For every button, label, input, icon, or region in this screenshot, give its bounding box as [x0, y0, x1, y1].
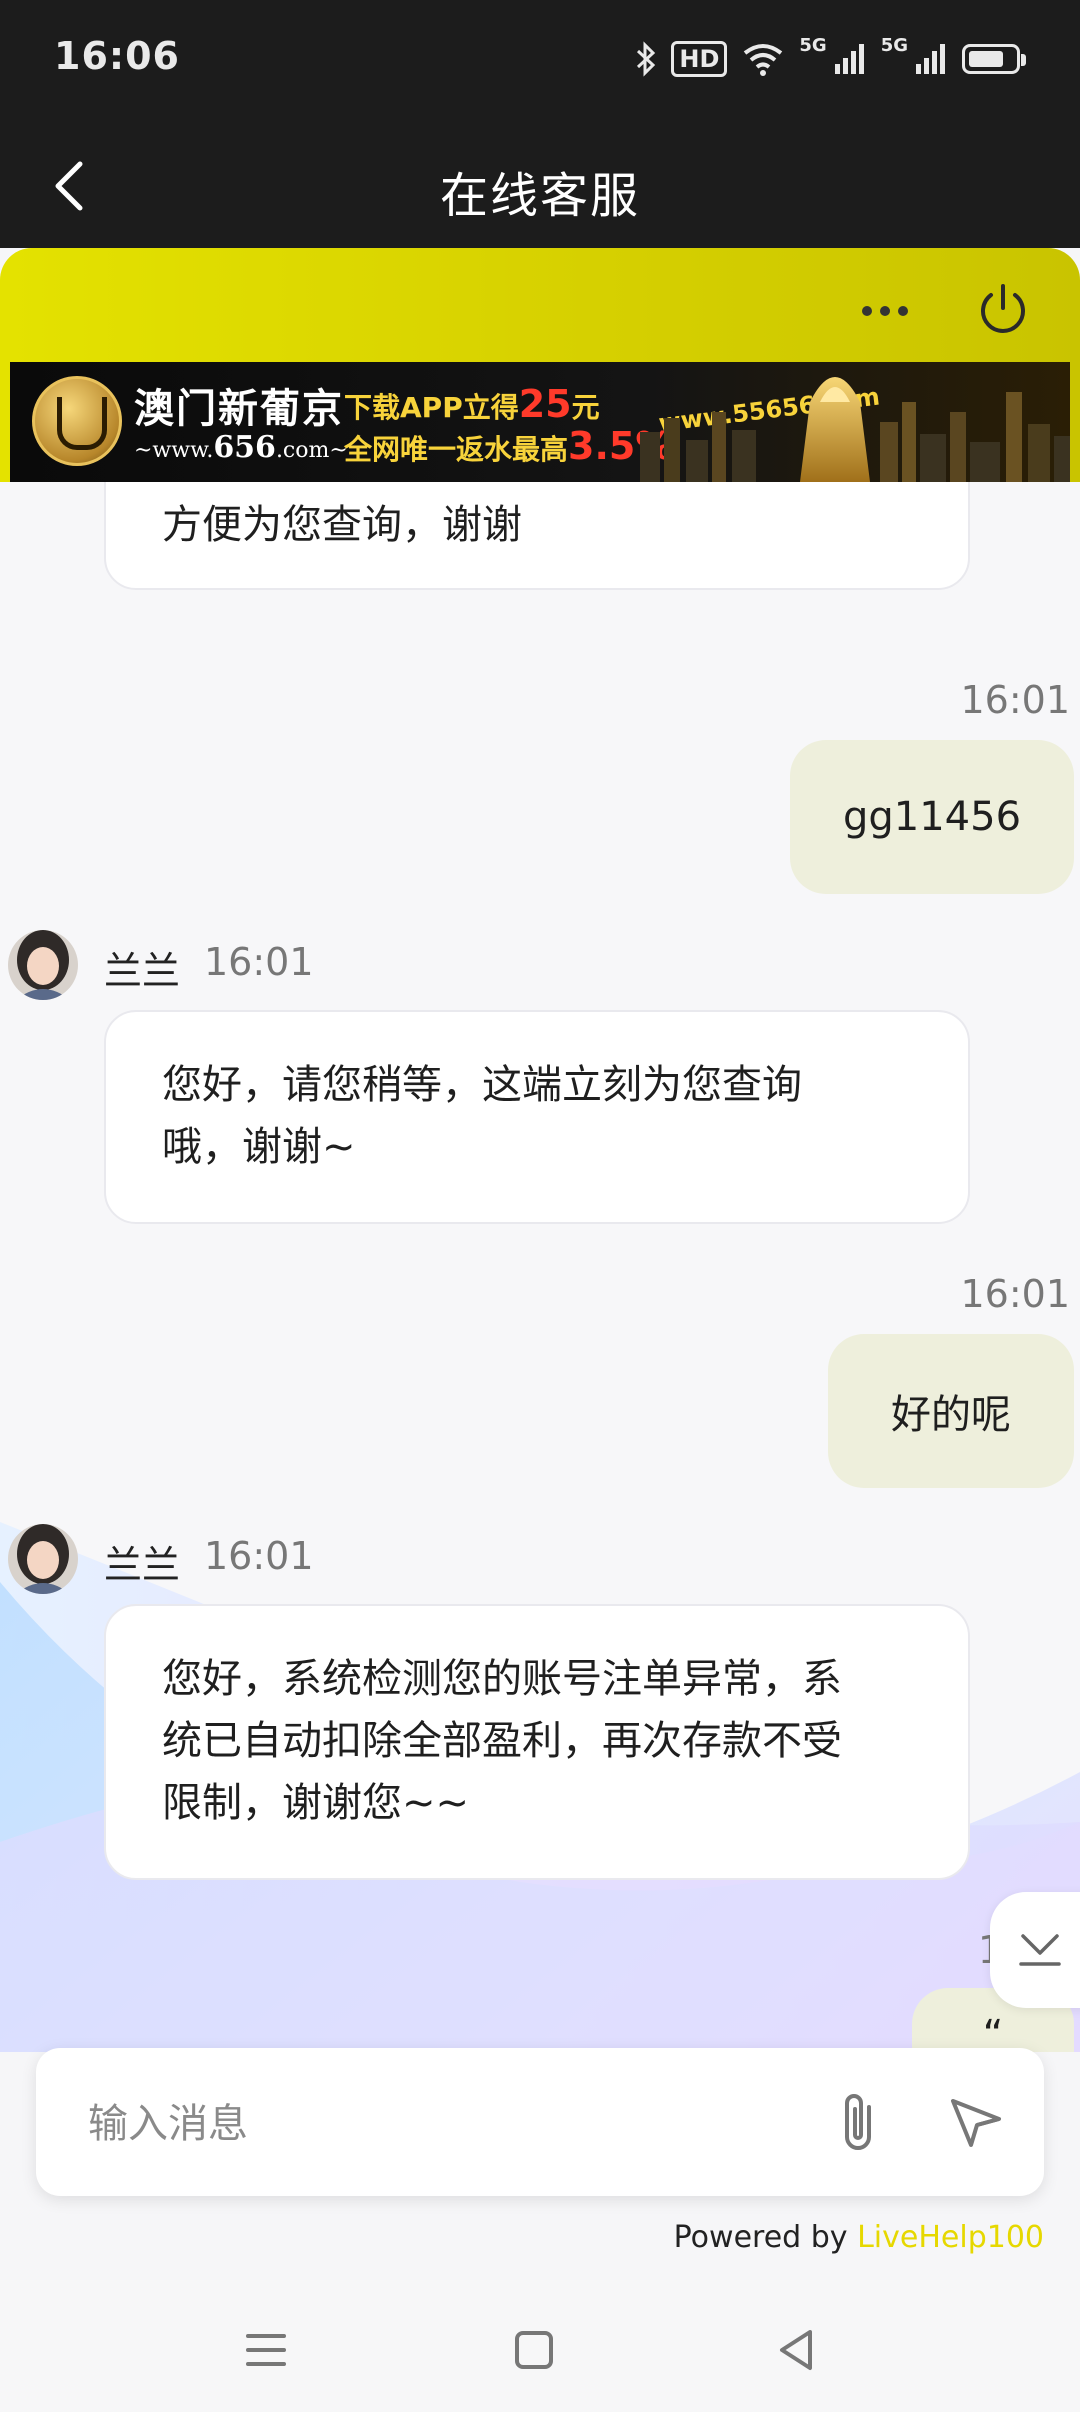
agent-message-text-line: 统已自动扣除全部盈利，再次存款不受	[162, 1718, 842, 1764]
agent-message-text: 方便为您查询，谢谢	[162, 502, 522, 548]
user-message-time: 16:01	[960, 1272, 1070, 1316]
send-button[interactable]	[934, 2080, 1018, 2164]
system-navigation-bar	[0, 2280, 1080, 2412]
banner-promo-line2: 全网唯一返水最高3.5%	[344, 424, 674, 468]
agent-message-bubble: 您好，系统检测您的账号注单异常，系 统已自动扣除全部盈利，再次存款不受 限制，谢…	[104, 1604, 970, 1880]
message-input[interactable]	[86, 2088, 790, 2160]
banner-promo-line1: 下载APP立得25元	[344, 382, 600, 426]
user-message-text: 好的呢	[891, 1392, 1011, 1438]
agent-name: 兰兰	[104, 1543, 181, 1587]
casino-logo-icon	[32, 376, 122, 466]
agent-message-text-line: 您好，请您稍等，这端立刻为您查询	[162, 1062, 802, 1108]
message-list[interactable]: 方便为您查询，谢谢 16:01 gg11456 兰兰 16:01 您好，请您稍等…	[0, 482, 1080, 2052]
hd-voice-icon: HD	[671, 41, 728, 77]
message-input-bar	[36, 2048, 1044, 2196]
status-icons: HD 5G 5G	[635, 34, 1026, 84]
status-bar: 16:06 HD 5G 5G	[0, 0, 1080, 124]
signal-icon-2	[914, 42, 948, 76]
battery-icon	[962, 44, 1026, 74]
signal-icon	[833, 42, 867, 76]
agent-message-time: 16:01	[204, 940, 314, 984]
status-time: 16:06	[54, 34, 180, 78]
power-icon	[981, 284, 1025, 333]
user-message-text: “	[982, 2012, 1004, 2052]
home-button[interactable]	[494, 2310, 574, 2390]
agent-message-text-line: 限制，谢谢您~~	[162, 1780, 470, 1826]
agent-message-bubble-partial: 方便为您查询，谢谢	[104, 482, 970, 590]
bluetooth-icon	[635, 41, 657, 77]
chevron-down-icon	[1019, 1934, 1061, 1966]
end-chat-button[interactable]	[966, 272, 1040, 346]
agent-message-time: 16:01	[204, 1534, 314, 1578]
user-message-bubble: gg11456	[790, 740, 1074, 894]
system-back-button[interactable]	[756, 2310, 836, 2390]
paperclip-icon	[845, 2094, 871, 2150]
title-bar: 在线客服	[0, 124, 1080, 248]
scroll-to-bottom-button[interactable]	[990, 1892, 1080, 2008]
back-triangle-icon	[780, 2330, 812, 2370]
network-type-label-2: 5G	[880, 34, 908, 56]
home-square-icon	[515, 2331, 553, 2369]
recent-apps-button[interactable]	[226, 2310, 306, 2390]
banner-brand: 澳门新葡京	[134, 385, 344, 432]
send-icon	[951, 2099, 1001, 2147]
agent-avatar	[8, 930, 78, 1000]
powered-by-label: Powered by	[673, 2220, 858, 2255]
network-type-label: 5G	[799, 34, 827, 56]
agent-name: 兰兰	[104, 949, 181, 993]
agent-message-bubble: 您好，请您稍等，这端立刻为您查询 哦，谢谢~	[104, 1010, 970, 1224]
user-message-text: gg11456	[842, 794, 1022, 840]
city-skyline-image	[640, 377, 1070, 482]
agent-message-text-line: 您好，系统检测您的账号注单异常，系	[162, 1656, 842, 1702]
attach-file-button[interactable]	[816, 2080, 900, 2164]
user-message-bubble: 好的呢	[828, 1334, 1074, 1488]
menu-lines-icon	[246, 2334, 286, 2366]
more-dots-icon	[862, 306, 908, 316]
ad-banner[interactable]: 澳门新葡京 ~www.656.com~ 下载APP立得25元 全网唯一返水最高3…	[10, 362, 1070, 482]
livehelp-brand-link[interactable]: LiveHelp100	[857, 2220, 1044, 2255]
agent-avatar	[8, 1524, 78, 1594]
agent-message-text-line: 哦，谢谢~	[162, 1124, 356, 1170]
more-options-button[interactable]	[850, 276, 920, 346]
banner-domain: ~www.656.com~	[134, 430, 348, 465]
page-title: 在线客服	[439, 168, 640, 224]
wifi-icon	[741, 41, 785, 77]
user-message-time: 16:01	[960, 678, 1070, 722]
powered-by-footer: Powered by LiveHelp100	[674, 2220, 1044, 2255]
